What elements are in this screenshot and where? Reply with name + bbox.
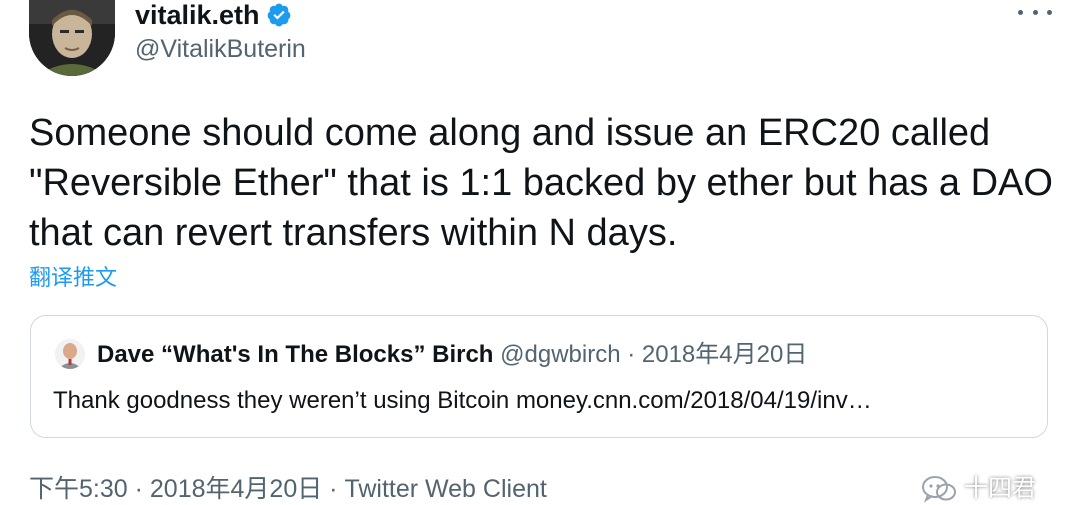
watermark-text: 十四君 — [964, 475, 1036, 502]
quoted-date[interactable]: 2018年4月20日 — [642, 341, 807, 368]
tweet-time[interactable]: 下午5:30 — [29, 475, 128, 503]
more-icon[interactable] — [1018, 4, 1052, 20]
tweet-date[interactable]: 2018年4月20日 — [150, 475, 322, 503]
quoted-tweet-header: Dave “What's In The Blocks” Birch @dgwbi… — [97, 340, 807, 370]
tweet-client[interactable]: Twitter Web Client — [344, 475, 546, 503]
meta-separator: · — [127, 475, 150, 503]
more-dot — [1018, 9, 1023, 15]
author-avatar-image — [29, 0, 115, 76]
tweet-meta: 下午5:30 · 2018年4月20日 · Twitter Web Client — [29, 474, 547, 504]
more-dot — [1047, 9, 1052, 15]
author-avatar[interactable] — [29, 0, 115, 76]
quoted-display-name[interactable]: Dave “What's In The Blocks” Birch — [97, 341, 493, 368]
quoted-tweet[interactable]: Dave “What's In The Blocks” Birch @dgwbi… — [30, 315, 1048, 438]
meta-separator: · — [322, 475, 345, 503]
more-dot — [1032, 9, 1038, 15]
quoted-avatar-image — [55, 339, 85, 369]
wechat-icon — [922, 476, 956, 503]
author-handle[interactable]: @VitalikButerin — [135, 34, 306, 64]
verified-badge-icon — [267, 3, 290, 27]
quoted-handle[interactable]: @dgwbirch — [500, 341, 620, 368]
author-display-name[interactable]: vitalik.eth — [135, 0, 292, 30]
translate-tweet-link[interactable]: 翻译推文 — [29, 264, 117, 292]
author-name-text: vitalik.eth — [135, 0, 260, 30]
quoted-author-avatar[interactable] — [55, 339, 85, 369]
quoted-separator: · — [620, 341, 642, 368]
tweet-text: Someone should come along and issue an E… — [29, 112, 1053, 254]
watermark: 十四君 — [920, 474, 1036, 504]
quoted-tweet-text: Thank goodness they weren’t using Bitcoi… — [53, 387, 872, 414]
